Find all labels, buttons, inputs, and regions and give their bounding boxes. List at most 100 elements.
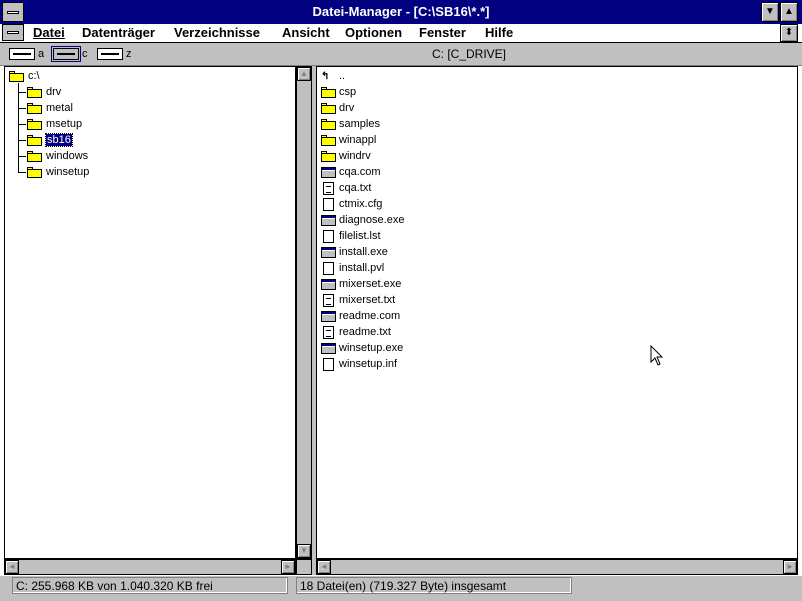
file-name: readme.txt bbox=[339, 326, 391, 338]
file-list-item[interactable]: winsetup.exe bbox=[321, 340, 403, 356]
drive-a-button[interactable]: a bbox=[9, 46, 49, 62]
file-list-item[interactable]: cqa.txt bbox=[321, 180, 371, 196]
scroll-left-arrow-icon[interactable]: ◄ bbox=[5, 560, 19, 574]
files-horizontal-scrollbar[interactable]: ◄ ► bbox=[316, 559, 798, 575]
program-file-icon bbox=[321, 310, 336, 322]
file-name: cqa.txt bbox=[339, 182, 372, 194]
restore-icon: ⬍ bbox=[784, 27, 794, 38]
floppy-drive-icon bbox=[9, 48, 35, 60]
file-name: install.exe bbox=[339, 246, 388, 258]
file-list-item[interactable]: windrv bbox=[321, 148, 371, 164]
file-name: cqa.com bbox=[339, 166, 381, 178]
file-list-item[interactable]: winsetup.inf bbox=[321, 356, 397, 372]
menu-optionen[interactable]: Optionen bbox=[345, 24, 402, 42]
file-list-item[interactable]: install.pvl bbox=[321, 260, 384, 276]
file-list-item[interactable]: samples bbox=[321, 116, 380, 132]
file-list-item[interactable]: readme.txt bbox=[321, 324, 391, 340]
maximize-button[interactable]: ▲ bbox=[780, 2, 798, 22]
document-file-icon bbox=[323, 197, 334, 211]
restore-button[interactable]: ⬍ bbox=[780, 24, 798, 42]
file-list-item[interactable]: mixerset.txt bbox=[321, 292, 395, 308]
drive-c-button[interactable]: c bbox=[51, 46, 93, 62]
file-name: ctmix.cfg bbox=[339, 198, 383, 210]
mouse-cursor-icon bbox=[650, 345, 664, 366]
file-list-item[interactable]: csp bbox=[321, 84, 356, 100]
file-list-item[interactable]: mixerset.exe bbox=[321, 276, 401, 292]
program-file-icon bbox=[321, 166, 336, 178]
tree-item[interactable]: drv bbox=[27, 84, 61, 100]
tree-root[interactable]: c:\ bbox=[9, 68, 40, 84]
folder-icon bbox=[321, 134, 336, 146]
parent-directory-item[interactable]: ↰.. bbox=[321, 68, 345, 84]
file-name: drv bbox=[339, 102, 355, 114]
scroll-left-arrow-icon[interactable]: ◄ bbox=[317, 560, 331, 574]
drive-letter: z bbox=[126, 48, 132, 60]
menu-ansicht[interactable]: Ansicht bbox=[282, 24, 330, 42]
scroll-right-arrow-icon[interactable]: ► bbox=[783, 560, 797, 574]
file-list-item[interactable]: winappl bbox=[321, 132, 376, 148]
file-name: mixerset.txt bbox=[339, 294, 396, 306]
file-name: winsetup.exe bbox=[339, 342, 404, 354]
menu-datentraeger[interactable]: Datenträger bbox=[82, 24, 155, 42]
minimize-button[interactable]: ▼ bbox=[761, 2, 779, 22]
file-list-item[interactable]: diagnose.exe bbox=[321, 212, 404, 228]
program-file-icon bbox=[321, 342, 336, 354]
window-title: Datei-Manager - [C:\SB16\*.*] bbox=[312, 4, 490, 19]
menu-hilfe[interactable]: Hilfe bbox=[485, 24, 513, 42]
file-list-item[interactable]: filelist.lst bbox=[321, 228, 381, 244]
tree-connector bbox=[18, 92, 26, 93]
text-file-icon bbox=[323, 181, 334, 195]
open-folder-icon bbox=[27, 134, 42, 146]
folder-icon bbox=[27, 118, 42, 130]
tree-horizontal-scrollbar[interactable]: ◄ ► bbox=[4, 559, 296, 575]
scroll-right-arrow-icon[interactable]: ► bbox=[281, 560, 295, 574]
program-file-icon bbox=[321, 246, 336, 258]
tree-connector bbox=[18, 156, 26, 157]
folder-icon bbox=[321, 102, 336, 114]
file-name: mixerset.exe bbox=[339, 278, 402, 290]
file-list-item[interactable]: drv bbox=[321, 100, 354, 116]
status-free-space: C: 255.968 KB von 1.040.320 KB frei bbox=[12, 577, 288, 594]
file-list-item[interactable]: ctmix.cfg bbox=[321, 196, 382, 212]
scroll-down-arrow-icon[interactable]: ▼ bbox=[297, 544, 311, 558]
up-arrow-icon: ↰ bbox=[321, 70, 330, 82]
menu-fenster[interactable]: Fenster bbox=[419, 24, 466, 42]
menu-verzeichnisse[interactable]: Verzeichnisse bbox=[174, 24, 260, 42]
folder-icon bbox=[321, 150, 336, 162]
drive-z-button[interactable]: z bbox=[97, 46, 137, 62]
program-file-icon bbox=[321, 278, 336, 290]
triangle-up-icon: ▲ bbox=[784, 6, 794, 17]
document-system-menu-button[interactable] bbox=[2, 24, 24, 41]
file-list-item[interactable]: readme.com bbox=[321, 308, 400, 324]
file-list-item[interactable]: install.exe bbox=[321, 244, 388, 260]
tree-item[interactable]: metal bbox=[27, 100, 73, 116]
file-name: filelist.lst bbox=[339, 230, 381, 242]
menu-datei[interactable]: Datei bbox=[33, 24, 65, 42]
file-name: winsetup.inf bbox=[339, 358, 398, 370]
file-name: install.pvl bbox=[339, 262, 385, 274]
tree-vertical-scrollbar[interactable]: ▲ ▼ bbox=[296, 66, 312, 559]
document-file-icon bbox=[323, 357, 334, 371]
tree-item[interactable]: winsetup bbox=[27, 164, 89, 180]
file-name: readme.com bbox=[339, 310, 401, 322]
status-file-count: 18 Datei(en) (719.327 Byte) insgesamt bbox=[296, 577, 572, 594]
folder-icon bbox=[27, 166, 42, 178]
system-menu-icon bbox=[7, 31, 19, 34]
text-file-icon bbox=[323, 325, 334, 339]
tree-item-selected[interactable]: sb16 bbox=[27, 132, 73, 148]
scroll-up-arrow-icon[interactable]: ▲ bbox=[297, 67, 311, 81]
file-name: csp bbox=[339, 86, 357, 98]
tree-connector bbox=[18, 124, 26, 125]
scrollbar-corner bbox=[296, 559, 312, 575]
tree-item[interactable]: windows bbox=[27, 148, 88, 164]
hard-drive-icon bbox=[97, 48, 123, 60]
file-name: diagnose.exe bbox=[339, 214, 405, 226]
document-file-icon bbox=[323, 261, 334, 275]
directory-tree-pane[interactable]: c:\ drv metal msetup sb16 windows winset… bbox=[4, 66, 296, 559]
tree-item[interactable]: msetup bbox=[27, 116, 82, 132]
text-file-icon bbox=[323, 293, 334, 307]
file-list-pane[interactable]: ↰.. csp drv samples winappl windrv cqa.com cqa… bbox=[316, 66, 798, 559]
file-name: winappl bbox=[339, 134, 377, 146]
folder-icon bbox=[27, 150, 42, 162]
file-list-item[interactable]: cqa.com bbox=[321, 164, 381, 180]
